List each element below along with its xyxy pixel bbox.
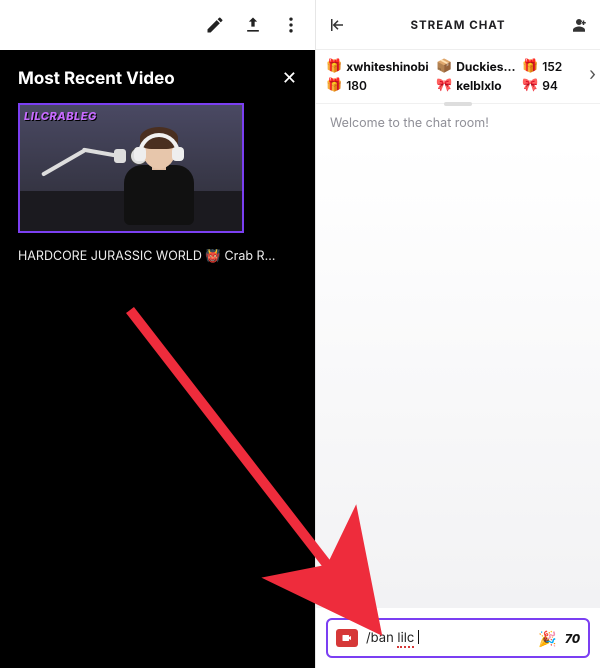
gift-sub-icon: 🎀 (522, 77, 538, 93)
leaderboard-entry: 🎀 kelblxlo (436, 77, 522, 93)
chat-header: STREAM CHAT (316, 0, 600, 50)
leaderboard-entry: 🎁 180 (326, 77, 436, 93)
thumbnail-image (20, 105, 242, 231)
video-caption[interactable]: HARDCORE JURASSIC WORLD 👹 Crab R… (18, 249, 297, 264)
leaderboard-name: kelblxlo (456, 78, 501, 93)
party-popper-icon[interactable]: 🎉 (538, 629, 557, 648)
chat-messages[interactable] (316, 143, 600, 608)
gift-sub-icon: 🎁 (326, 77, 342, 93)
chat-input-text: /ban lilc (366, 628, 419, 648)
camera-icon[interactable] (336, 629, 358, 647)
leaderboard-name: Duckies… (456, 59, 515, 74)
chat-title: STREAM CHAT (346, 18, 570, 32)
chevron-right-icon[interactable]: › (589, 64, 596, 85)
users-icon[interactable] (570, 16, 588, 34)
video-toolbar (0, 0, 315, 50)
drag-handle[interactable] (444, 102, 472, 106)
recent-video-title: Most Recent Video (18, 69, 175, 89)
chat-welcome: Welcome to the chat room! (316, 104, 600, 143)
more-vert-icon[interactable] (281, 15, 301, 35)
leaderboard-entry: 🎀 94 (522, 77, 578, 93)
chat-panel: STREAM CHAT 🎁 xwhiteshinobi 🎁 180 📦 Duck… (315, 0, 600, 668)
video-thumbnail[interactable]: LILCRABLEG (18, 103, 244, 233)
leaderboard-value: 94 (542, 78, 558, 93)
gift-icon: 🎀 (436, 77, 452, 93)
leaderboard-value: 180 (346, 78, 367, 93)
leaderboard-name: xwhiteshinobi (346, 59, 428, 74)
leaderboard-value: 152 (542, 59, 562, 74)
gift-icon: 📦 (436, 58, 452, 74)
text-cursor (418, 630, 419, 644)
chat-input[interactable]: /ban lilc 🎉 70 (326, 618, 590, 658)
gift-icon: 🎁 (326, 58, 342, 74)
share-icon[interactable] (243, 15, 263, 35)
edit-icon[interactable] (205, 15, 225, 35)
leaderboard-entry: 🎁 xwhiteshinobi (326, 58, 436, 74)
gift-sub-icon: 🎁 (522, 58, 538, 74)
bits-button[interactable]: 70 (565, 631, 580, 646)
leaderboard-entry: 🎁 152 (522, 58, 578, 74)
collapse-arrow-icon[interactable] (328, 16, 346, 34)
thumbnail-tag: LILCRABLEG (24, 109, 97, 123)
gift-leaderboard[interactable]: 🎁 xwhiteshinobi 🎁 180 📦 Duckies… 🎀 kelbl… (316, 50, 600, 104)
video-panel: Most Recent Video ✕ LILCRABLEG HARDCORE … (0, 0, 315, 668)
leaderboard-entry: 📦 Duckies… (436, 58, 522, 74)
close-icon[interactable]: ✕ (282, 68, 297, 89)
